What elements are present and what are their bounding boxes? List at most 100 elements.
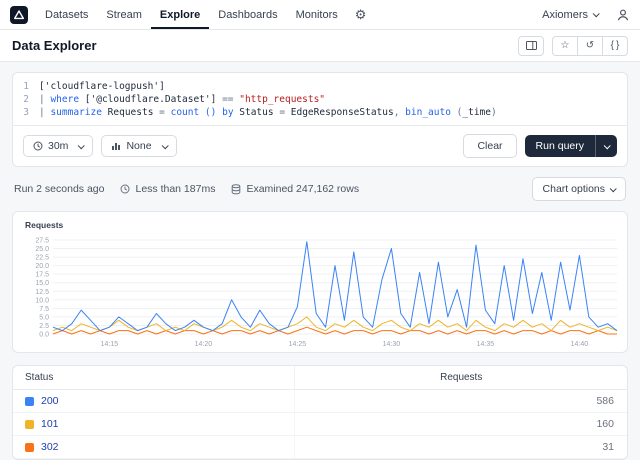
svg-text:20.0: 20.0 <box>35 263 49 270</box>
code-token: Requests <box>107 107 160 118</box>
chart-card: Requests 0.0 2.5 5.0 7.5 10.0 12.5 15.0 17.5 20.… <box>12 211 628 353</box>
user-icon <box>617 9 629 20</box>
series-color-swatch <box>25 419 34 429</box>
results-table-card: Status Requests 200 586 101 160 302 31 <box>12 365 628 460</box>
layout-panel-button[interactable] <box>518 35 544 56</box>
primary-nav: Datasets Stream Explore Dashboards Monitors <box>36 0 347 29</box>
chart-title: Requests <box>25 220 64 230</box>
status-value: 101 <box>41 418 59 430</box>
axiom-logo-triangle-icon <box>14 9 24 19</box>
main-content: 1 ['cloudflare-logpush'] 2 | where ['@cloud… <box>0 62 640 460</box>
last-run-text: Run 2 seconds ago <box>14 183 105 195</box>
settings-gear-icon[interactable]: ⚙ <box>355 7 367 23</box>
visualization-selector[interactable]: None <box>101 135 177 157</box>
run-query-dropdown[interactable] <box>595 135 617 157</box>
examined-rows-text: Examined 247,162 rows <box>246 183 360 195</box>
svg-text:25.0: 25.0 <box>35 246 49 253</box>
clock-icon <box>33 141 43 151</box>
table-body: 200 586 101 160 302 31 <box>13 390 627 459</box>
code-token: Status <box>239 107 280 118</box>
status-value: 200 <box>41 395 59 407</box>
line-number: 2 <box>23 94 29 105</box>
code-token: = <box>159 107 171 118</box>
status-value: 302 <box>41 441 59 453</box>
user-menu-button[interactable] <box>616 8 630 22</box>
code-token: where <box>50 94 85 105</box>
visualization-label: None <box>126 140 152 152</box>
query-actions-group: ☆ ↺ { } <box>552 35 628 56</box>
org-switcher[interactable]: Axiomers <box>536 8 604 22</box>
axiom-logo[interactable] <box>10 5 28 24</box>
svg-text:14:20: 14:20 <box>195 341 213 348</box>
time-range-selector[interactable]: 30m <box>23 135 94 157</box>
svg-text:0.0: 0.0 <box>39 332 49 339</box>
svg-text:17.5: 17.5 <box>35 272 49 279</box>
table-row[interactable]: 101 160 <box>13 413 627 436</box>
code-token: ( <box>450 107 463 118</box>
history-button[interactable]: ↺ <box>577 35 603 56</box>
code-token: count () <box>170 107 217 118</box>
duration-clock-icon <box>120 184 130 194</box>
layout-panel-icon <box>525 41 537 50</box>
code-button[interactable]: { } <box>602 35 628 56</box>
nav-item-dashboards[interactable]: Dashboards <box>209 0 286 29</box>
chevron-down-icon <box>592 10 600 18</box>
svg-text:5.0: 5.0 <box>39 314 49 321</box>
org-name: Axiomers <box>542 8 588 21</box>
code-token: ) <box>491 107 497 118</box>
time-range-label: 30m <box>48 140 69 152</box>
svg-text:14:30: 14:30 <box>383 341 401 348</box>
series-color-swatch <box>25 442 34 452</box>
code-token: | <box>39 107 51 118</box>
chevron-down-icon <box>603 141 611 149</box>
requests-time-series-chart: 0.0 2.5 5.0 7.5 10.0 12.5 15.0 17.5 20.0 22.5 25.0… <box>23 232 618 350</box>
code-token: ['@cloudflare.Dataset'] <box>84 94 223 105</box>
requests-value: 31 <box>602 441 614 453</box>
svg-text:27.5: 27.5 <box>35 238 49 245</box>
svg-text:7.5: 7.5 <box>39 306 49 313</box>
svg-text:14:40: 14:40 <box>571 341 589 348</box>
nav-item-stream[interactable]: Stream <box>97 0 150 29</box>
nav-item-explore[interactable]: Explore <box>151 0 209 29</box>
table-row[interactable]: 302 31 <box>13 436 627 459</box>
nav-item-datasets[interactable]: Datasets <box>36 0 97 29</box>
code-token: == <box>222 94 240 105</box>
code-braces-icon: { } <box>610 40 620 51</box>
requests-value: 586 <box>596 395 614 407</box>
query-status-bar: Run 2 seconds ago Less than 187ms Examin… <box>14 177 626 201</box>
table-row[interactable]: 200 586 <box>13 390 627 413</box>
star-button[interactable]: ☆ <box>552 35 578 56</box>
status-cell: 200 <box>13 390 296 412</box>
svg-text:15.0: 15.0 <box>35 280 49 287</box>
query-toolbar: 30m None Clear Run query <box>13 125 627 166</box>
code-token: EdgeResponseStatus <box>290 107 394 118</box>
query-editor[interactable]: 1 ['cloudflare-logpush'] 2 | where ['@cloud… <box>13 73 627 125</box>
code-token: | <box>39 94 51 105</box>
clear-button[interactable]: Clear <box>463 134 517 158</box>
code-token: summarize <box>50 107 108 118</box>
code-token: bin_auto <box>405 107 451 118</box>
duration-text: Less than 187ms <box>135 183 216 195</box>
database-icon <box>232 183 241 194</box>
svg-text:10.0: 10.0 <box>35 297 49 304</box>
run-query-button[interactable]: Run query <box>524 135 617 157</box>
line-number: 3 <box>23 107 29 118</box>
query-line: 3 | summarize Requests = count () by Stat… <box>13 106 627 119</box>
status-column-header: Status <box>13 366 296 389</box>
chevron-down-icon <box>609 184 617 192</box>
status-cell: 101 <box>13 413 296 435</box>
requests-value: 160 <box>596 418 614 430</box>
status-cell: 302 <box>13 436 296 458</box>
chart-options-button[interactable]: Chart options <box>531 177 626 201</box>
chevron-down-icon <box>161 141 169 149</box>
requests-column-header: Requests <box>440 372 483 383</box>
nav-item-monitors[interactable]: Monitors <box>287 0 347 29</box>
code-token: "http_requests" <box>239 94 326 105</box>
svg-text:14:15: 14:15 <box>101 341 119 348</box>
page-title: Data Explorer <box>12 38 97 53</box>
series-color-swatch <box>25 396 34 406</box>
visualization-icon <box>112 143 121 150</box>
code-token: , <box>393 107 406 118</box>
star-icon: ☆ <box>560 40 570 51</box>
chevron-down-icon <box>78 141 86 149</box>
